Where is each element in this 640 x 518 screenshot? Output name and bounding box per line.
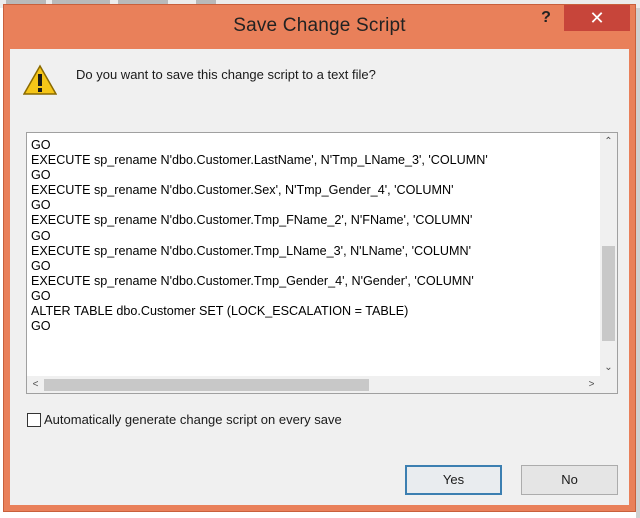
close-icon: ✕ [589, 8, 605, 28]
warning-icon [23, 64, 57, 95]
save-change-script-dialog: Save Change Script ? ✕ Do you want to sa… [3, 4, 636, 512]
vertical-scroll-thumb[interactable] [602, 246, 615, 341]
close-button[interactable]: ✕ [564, 5, 630, 31]
yes-button[interactable]: Yes [405, 465, 502, 495]
scroll-left-icon[interactable]: < [27, 376, 44, 393]
dialog-body: Do you want to save this change script t… [10, 49, 629, 505]
no-button[interactable]: No [521, 465, 618, 495]
auto-generate-checkbox[interactable] [27, 413, 41, 427]
horizontal-scroll-thumb[interactable] [44, 379, 369, 391]
horizontal-scrollbar[interactable]: < > [27, 376, 600, 393]
help-button[interactable]: ? [533, 7, 559, 31]
prompt-text: Do you want to save this change script t… [76, 67, 376, 82]
title-bar[interactable]: Save Change Script ? ✕ [4, 5, 635, 48]
scroll-up-icon[interactable]: ⌃ [600, 133, 617, 150]
background-window-edge [636, 8, 640, 518]
script-content[interactable]: GO EXECUTE sp_rename N'dbo.Customer.Last… [31, 138, 591, 334]
scroll-right-icon[interactable]: > [583, 376, 600, 393]
scroll-down-icon[interactable]: ⌄ [600, 359, 617, 376]
vertical-scrollbar[interactable]: ⌃ ⌄ [600, 133, 617, 376]
script-textbox[interactable]: GO EXECUTE sp_rename N'dbo.Customer.Last… [26, 132, 618, 394]
scroll-corner [600, 376, 617, 393]
auto-generate-label[interactable]: Automatically generate change script on … [44, 412, 342, 427]
